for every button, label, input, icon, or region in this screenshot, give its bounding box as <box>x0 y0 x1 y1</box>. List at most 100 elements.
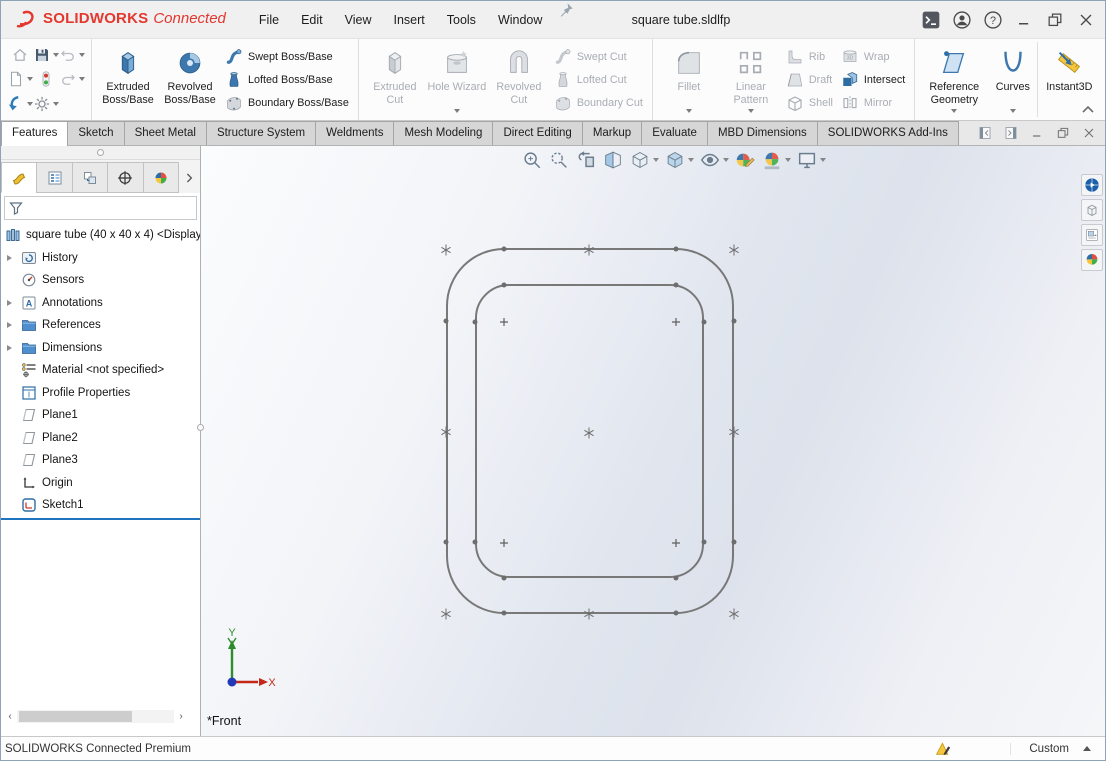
panel-horizontal-scrollbar[interactable]: ‹ › <box>3 709 188 724</box>
help-icon[interactable]: ? <box>982 9 1004 31</box>
intersect-button[interactable]: Intersect <box>841 70 905 90</box>
new-doc-button[interactable] <box>7 67 33 91</box>
sketch-endpoint[interactable] <box>502 611 507 616</box>
panel-expand-chevron-icon[interactable] <box>178 162 200 193</box>
revolved-boss-base-button[interactable]: Revolved Boss/Base <box>159 42 221 117</box>
doc-prev-icon[interactable] <box>977 125 993 141</box>
unit-system-selector[interactable]: Custom <box>1010 743 1105 755</box>
hole-wizard-dropdown[interactable] <box>454 109 460 113</box>
tab-solidworks-add-ins[interactable]: SOLIDWORKS Add-Ins <box>817 121 959 145</box>
tab-direct-editing[interactable]: Direct Editing <box>492 121 582 145</box>
curves-button[interactable]: Curves <box>988 42 1038 117</box>
sketch-endpoint[interactable] <box>473 540 478 545</box>
linear-pattern-button[interactable]: Linear Pattern <box>720 42 782 117</box>
sketch-endpoint[interactable] <box>674 283 679 288</box>
menu-file[interactable]: File <box>248 1 290 39</box>
fillet-button[interactable]: Fillet <box>658 42 720 117</box>
wrap-button[interactable]: 3D Wrap <box>841 47 905 67</box>
sketch-arc-center[interactable] <box>672 539 681 548</box>
lofted-boss-base-button[interactable]: Lofted Boss/Base <box>225 70 349 90</box>
tree-filter-input[interactable] <box>4 196 197 220</box>
sketch-endpoint[interactable] <box>444 319 449 324</box>
view-orientation-button[interactable] <box>627 148 661 172</box>
minimize-icon[interactable] <box>1029 125 1045 141</box>
expander-icon[interactable] <box>7 322 12 328</box>
graphics-viewport[interactable]: Y X *Front <box>201 146 1105 736</box>
home-button[interactable] <box>7 43 33 67</box>
menu-view[interactable]: View <box>334 1 383 39</box>
sketch-endpoint[interactable] <box>674 611 679 616</box>
sketch-arc-center[interactable] <box>500 539 509 548</box>
dropdown-caret-icon[interactable] <box>79 53 85 57</box>
tree-item-plane1[interactable]: Plane1 <box>1 404 200 427</box>
revolved-cut-button[interactable]: Revolved Cut <box>488 42 550 117</box>
tab-evaluate[interactable]: Evaluate <box>641 121 708 145</box>
mirror-button[interactable]: Mirror <box>841 93 905 113</box>
panel-tab-dimxpertmanager[interactable] <box>107 162 143 193</box>
boundary-boss-base-button[interactable]: Boundary Boss/Base <box>225 93 349 113</box>
boundary-cut-button[interactable]: Boundary Cut <box>554 93 643 113</box>
undo-button[interactable] <box>59 43 85 67</box>
tree-item-references[interactable]: References <box>1 314 200 337</box>
sketch-point-asterisk[interactable] <box>441 609 452 620</box>
scrollbar-thumb[interactable] <box>19 711 132 722</box>
view-settings-button[interactable] <box>794 148 828 172</box>
taskpane-compass-tab[interactable] <box>1081 174 1103 196</box>
sketch-endpoint[interactable] <box>674 247 679 252</box>
sketch-arc-center[interactable] <box>500 318 509 327</box>
curves-dropdown[interactable] <box>1010 109 1016 113</box>
export-arrow-button[interactable] <box>7 92 33 116</box>
rebuild-traffic-light-button[interactable] <box>33 67 59 91</box>
sketch-endpoint[interactable] <box>732 319 737 324</box>
expander-icon[interactable] <box>7 255 12 261</box>
tree-item-material-not-specified[interactable]: Material <not specified> <box>1 359 200 382</box>
sketch-point-asterisk[interactable] <box>729 609 740 620</box>
rollback-bar[interactable] <box>1 518 200 520</box>
panel-tab-propertymanager[interactable] <box>36 162 72 193</box>
sketch-endpoint[interactable] <box>444 540 449 545</box>
sketch-point-asterisk[interactable] <box>584 245 595 256</box>
sketch-point-asterisk[interactable] <box>729 245 740 256</box>
dropdown-caret-icon[interactable] <box>688 158 694 162</box>
fillet-dropdown[interactable] <box>686 109 692 113</box>
expander-icon[interactable] <box>7 345 12 351</box>
dropdown-caret-icon[interactable] <box>723 158 729 162</box>
zoom-area-button[interactable] <box>546 148 572 172</box>
panel-tab-configurationmanager[interactable] <box>72 162 108 193</box>
minimize-icon[interactable] <box>1013 9 1035 31</box>
sketch-arc-center[interactable] <box>672 318 681 327</box>
menu-edit[interactable]: Edit <box>290 1 334 39</box>
scroll-left-icon[interactable]: ‹ <box>3 709 17 724</box>
tree-item-dimensions[interactable]: Dimensions <box>1 337 200 360</box>
tab-sketch[interactable]: Sketch <box>67 121 124 145</box>
ribbon-collapse-chevron-icon[interactable] <box>1081 104 1095 114</box>
panel-tab-featuremanager[interactable] <box>1 162 37 193</box>
tab-structure-system[interactable]: Structure System <box>206 121 316 145</box>
sketch-point-asterisk[interactable] <box>584 428 595 439</box>
tab-markup[interactable]: Markup <box>582 121 642 145</box>
tree-item-profile-properties[interactable]: IProfile Properties <box>1 382 200 405</box>
reference-geometry-button[interactable]: Reference Geometry <box>920 42 988 117</box>
tree-item-annotations[interactable]: AAnnotations <box>1 292 200 315</box>
taskpane-appearances-tab[interactable] <box>1081 249 1103 271</box>
dropdown-caret-icon[interactable] <box>653 158 659 162</box>
hole-wizard-button[interactable]: Hole Wizard <box>426 42 488 117</box>
swept-cut-button[interactable]: Swept Cut <box>554 47 643 67</box>
tree-item-history[interactable]: History <box>1 247 200 270</box>
tab-mesh-modeling[interactable]: Mesh Modeling <box>393 121 493 145</box>
pin-menu-icon[interactable] <box>557 1 575 19</box>
redo-button[interactable] <box>59 67 85 91</box>
save-button[interactable] <box>33 43 59 67</box>
dropdown-caret-icon[interactable] <box>79 77 85 81</box>
panel-tab-displaymanager[interactable] <box>143 162 179 193</box>
settings-gear-button[interactable] <box>33 92 59 116</box>
sketch-point-asterisk[interactable] <box>441 245 452 256</box>
taskpane-custom-properties-tab[interactable] <box>1081 224 1103 246</box>
draft-button[interactable]: Draft <box>786 70 833 90</box>
tree-item-plane3[interactable]: Plane3 <box>1 449 200 472</box>
apply-scene-button[interactable] <box>759 148 793 172</box>
extruded-cut-button[interactable]: Extruded Cut <box>364 42 426 117</box>
lofted-cut-button[interactable]: Lofted Cut <box>554 70 643 90</box>
taskpane-design-library-tab[interactable] <box>1081 199 1103 221</box>
menu-tools[interactable]: Tools <box>436 1 487 39</box>
